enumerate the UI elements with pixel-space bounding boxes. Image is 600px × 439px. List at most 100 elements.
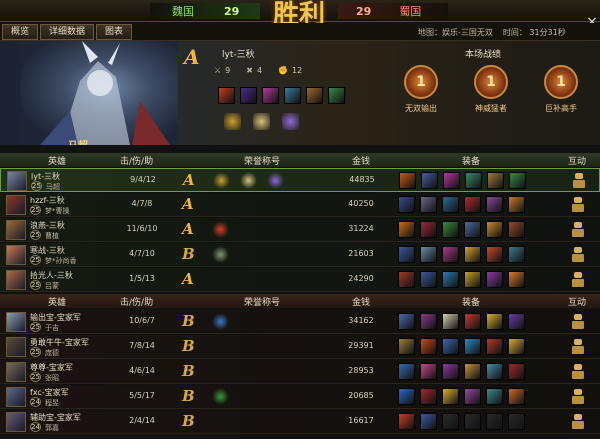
like-icon[interactable] bbox=[572, 197, 586, 213]
equipment-icon[interactable] bbox=[421, 172, 438, 189]
like-icon[interactable] bbox=[572, 389, 586, 405]
equipment-icon[interactable] bbox=[486, 338, 503, 355]
like-icon[interactable] bbox=[572, 339, 586, 355]
player-row[interactable]: 辅助宝-宝家军 24 郭嘉 2/4/14 B 16617 bbox=[0, 410, 600, 434]
like-icon[interactable] bbox=[572, 222, 586, 238]
equipment-icon[interactable] bbox=[486, 221, 503, 238]
tab-charts[interactable]: 图表 bbox=[96, 24, 133, 40]
gold-value: 24290 bbox=[348, 274, 374, 283]
gem-icon[interactable] bbox=[262, 87, 279, 104]
player-row[interactable]: 浪燕-三秋 25 曹植 11/6/10 A 31224 bbox=[0, 218, 600, 242]
equipment-icon[interactable] bbox=[464, 388, 481, 405]
equipment-icon[interactable] bbox=[399, 172, 416, 189]
equipment-icon[interactable] bbox=[442, 338, 459, 355]
player-row[interactable]: fxc-宝家军 24 程昱 5/5/17 B 20685 bbox=[0, 385, 600, 409]
equipment-icon[interactable] bbox=[486, 246, 503, 263]
boots-icon[interactable] bbox=[306, 87, 323, 104]
sword-icon[interactable] bbox=[284, 87, 301, 104]
honor-list bbox=[212, 246, 229, 263]
equipment-icon[interactable] bbox=[420, 313, 437, 330]
equipment-icon[interactable] bbox=[464, 413, 481, 430]
equipment-icon[interactable] bbox=[442, 221, 459, 238]
leaf-icon[interactable] bbox=[328, 87, 345, 104]
equipment-icon[interactable] bbox=[443, 172, 460, 189]
equipment-icon[interactable] bbox=[420, 246, 437, 263]
equipment-icon[interactable] bbox=[420, 221, 437, 238]
team-left-score: 29 bbox=[224, 4, 240, 18]
fire-icon[interactable] bbox=[218, 87, 235, 104]
equipment-icon[interactable] bbox=[398, 196, 415, 213]
equipment-icon[interactable] bbox=[442, 313, 459, 330]
player-row[interactable]: hzzf-三秋 25 梦*曹操 4/7/8 A 40250 bbox=[0, 193, 600, 217]
grade-value: A bbox=[183, 171, 195, 189]
equipment-icon[interactable] bbox=[508, 413, 525, 430]
hero-avatar-icon bbox=[6, 362, 26, 382]
equipment-icon[interactable] bbox=[420, 388, 437, 405]
equipment-icon[interactable] bbox=[398, 221, 415, 238]
equipment-icon[interactable] bbox=[398, 363, 415, 380]
equipment-icon[interactable] bbox=[464, 196, 481, 213]
tab-details[interactable]: 详细数据 bbox=[40, 24, 95, 40]
equipment-icon[interactable] bbox=[398, 246, 415, 263]
equipment-icon[interactable] bbox=[508, 246, 525, 263]
equipment-icon[interactable] bbox=[464, 313, 481, 330]
equipment-icon[interactable] bbox=[486, 271, 503, 288]
like-icon[interactable] bbox=[572, 314, 586, 330]
kda-value: 4/7/8 bbox=[131, 199, 153, 208]
equipment-icon[interactable] bbox=[508, 271, 525, 288]
medal-farm[interactable]: 1 巨补高手 bbox=[538, 65, 584, 114]
equipment-icon[interactable] bbox=[508, 388, 525, 405]
player-row[interactable]: 尊尊-宝家军 25 张昭 4/6/14 B 28953 bbox=[0, 360, 600, 384]
equipment-icon[interactable] bbox=[486, 363, 503, 380]
equipment-icon[interactable] bbox=[464, 221, 481, 238]
equipment-icon[interactable] bbox=[464, 271, 481, 288]
player-row[interactable]: 拾光人-三秋 25 吕蒙 1/5/13 A 24290 bbox=[0, 268, 600, 292]
equipment-icon[interactable] bbox=[508, 196, 525, 213]
equipment-icon[interactable] bbox=[420, 363, 437, 380]
player-row[interactable]: 寒战-三秋 25 梦*孙尚香 4/7/10 B 21603 bbox=[0, 243, 600, 267]
equipment-icon[interactable] bbox=[420, 413, 437, 430]
equipment-icon[interactable] bbox=[508, 221, 525, 238]
equipment-icon[interactable] bbox=[398, 271, 415, 288]
equipment-icon[interactable] bbox=[508, 338, 525, 355]
equipment-icon[interactable] bbox=[442, 388, 459, 405]
equipment-icon[interactable] bbox=[508, 313, 525, 330]
like-icon[interactable] bbox=[572, 272, 586, 288]
medal-might[interactable]: 1 神威猛者 bbox=[468, 65, 514, 114]
equipment-icon[interactable] bbox=[464, 338, 481, 355]
tab-overview[interactable]: 概览 bbox=[2, 24, 39, 40]
equipment-icon[interactable] bbox=[442, 196, 459, 213]
like-icon[interactable] bbox=[572, 364, 586, 380]
equipment-icon[interactable] bbox=[442, 271, 459, 288]
equipment-icon[interactable] bbox=[420, 196, 437, 213]
equipment-icon[interactable] bbox=[398, 388, 415, 405]
team-right-score: 29 bbox=[356, 4, 372, 18]
equipment-icon[interactable] bbox=[442, 413, 459, 430]
equipment-icon[interactable] bbox=[420, 338, 437, 355]
equipment-icon[interactable] bbox=[420, 271, 437, 288]
like-icon[interactable] bbox=[572, 247, 586, 263]
equipment-icon[interactable] bbox=[442, 246, 459, 263]
equipment-icon[interactable] bbox=[487, 172, 504, 189]
equipment-icon[interactable] bbox=[486, 196, 503, 213]
equipment-icon[interactable] bbox=[486, 313, 503, 330]
equipment-icon[interactable] bbox=[508, 363, 525, 380]
medal-output[interactable]: 1 无双输出 bbox=[398, 65, 444, 114]
equipment-icon[interactable] bbox=[464, 246, 481, 263]
player-row[interactable]: lyt-三秋 25 马超 9/4/12 A 44835 bbox=[0, 168, 600, 192]
player-row[interactable]: 输出宝-宝家军 25 于吉 10/6/7 B 34162 bbox=[0, 310, 600, 334]
equipment-icon[interactable] bbox=[398, 313, 415, 330]
moon-icon[interactable] bbox=[240, 87, 257, 104]
like-icon[interactable] bbox=[572, 414, 586, 430]
equipment-icon[interactable] bbox=[398, 413, 415, 430]
equipment-icon[interactable] bbox=[465, 172, 482, 189]
equipment-icon[interactable] bbox=[509, 172, 526, 189]
like-icon[interactable] bbox=[573, 173, 587, 189]
equipment-icon[interactable] bbox=[486, 413, 503, 430]
player-level: 24 bbox=[30, 422, 41, 432]
equipment-icon[interactable] bbox=[464, 363, 481, 380]
player-row[interactable]: 勇敢牛牛-宝家军 25 庞德 7/8/14 B 29391 bbox=[0, 335, 600, 359]
equipment-icon[interactable] bbox=[486, 388, 503, 405]
equipment-icon[interactable] bbox=[442, 363, 459, 380]
equipment-icon[interactable] bbox=[398, 338, 415, 355]
